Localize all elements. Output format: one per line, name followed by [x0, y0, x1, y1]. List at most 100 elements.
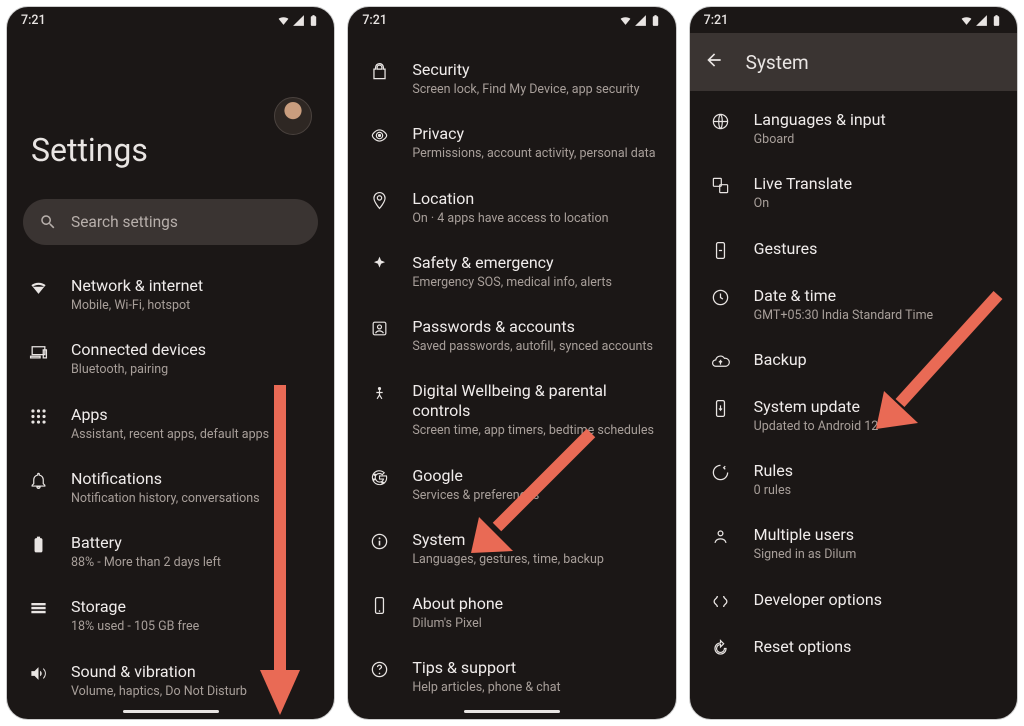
- row-notifications[interactable]: Notifications Notification history, conve…: [7, 456, 334, 520]
- row-title: Notifications: [71, 469, 316, 489]
- row-live-translate[interactable]: Live TranslateOn: [690, 161, 1017, 225]
- row-rules[interactable]: Rules 0 rules: [690, 448, 1017, 512]
- emergency-icon: [370, 255, 389, 274]
- nav-indicator: [464, 710, 560, 713]
- search-placeholder: Search settings: [71, 213, 178, 231]
- wifi-icon: [960, 14, 973, 27]
- row-google[interactable]: Google Services & preferences: [348, 453, 675, 517]
- wifi-icon: [619, 14, 632, 27]
- status-bar: 7:21: [7, 7, 334, 33]
- row-wellbeing[interactable]: Digital Wellbeing & parental controls Scr…: [348, 368, 675, 452]
- wifi-icon: [277, 14, 290, 27]
- clock-icon: [711, 288, 730, 307]
- row-sub: Emergency SOS, medical info, alerts: [412, 275, 657, 291]
- row-sub: Gboard: [754, 132, 999, 148]
- wifi-icon: [29, 278, 48, 297]
- signal-icon: [292, 14, 305, 27]
- row-system-update[interactable]: System update Updated to Android 12: [690, 384, 1017, 448]
- appbar-title: System: [746, 51, 809, 74]
- row-title: Rules: [754, 461, 999, 481]
- row-sub: Screen lock, Find My Device, app securit…: [412, 82, 657, 98]
- phone-screen-settings: 7:21 Settings Search settings Network & …: [6, 6, 335, 720]
- row-storage[interactable]: Storage18% used - 105 GB free: [7, 584, 334, 648]
- users-icon: [711, 527, 730, 546]
- row-location[interactable]: LocationOn · 4 apps have access to locat…: [348, 176, 675, 240]
- search-icon: [39, 213, 57, 231]
- row-sub: Help articles, phone & chat: [412, 680, 657, 696]
- rules-icon: [711, 463, 730, 482]
- volume-icon: [29, 664, 48, 683]
- row-title: Google: [412, 466, 657, 486]
- status-bar: 7:21: [348, 7, 675, 33]
- row-title: Passwords & accounts: [412, 317, 657, 337]
- app-bar: System: [690, 33, 1017, 91]
- help-icon: [370, 660, 389, 679]
- row-sub: Screen time, app timers, bedtime schedul…: [412, 423, 657, 439]
- phone-icon: [370, 596, 389, 615]
- row-sub: 0 rules: [754, 483, 999, 499]
- row-developer-options[interactable]: Developer options: [690, 577, 1017, 624]
- status-time: 7:21: [21, 13, 46, 28]
- row-sub: Bluetooth, pairing: [71, 362, 316, 378]
- row-sub: Assistant, recent apps, default apps: [71, 427, 316, 443]
- row-title: Battery: [71, 533, 316, 553]
- battery-icon: [990, 14, 1003, 27]
- row-title: Digital Wellbeing & parental controls: [412, 381, 657, 421]
- row-about-phone[interactable]: About phone Dilum's Pixel: [348, 581, 675, 645]
- row-title: Date & time: [754, 286, 999, 306]
- row-system[interactable]: SystemLanguages, gestures, time, backup: [348, 517, 675, 581]
- row-date-time[interactable]: Date & time GMT+05:30 India Standard Time: [690, 273, 1017, 337]
- row-title: About phone: [412, 594, 657, 614]
- row-sub: On: [754, 196, 999, 212]
- row-title: Security: [412, 60, 657, 80]
- row-backup[interactable]: Backup: [690, 337, 1017, 384]
- row-sub: GMT+05:30 India Standard Time: [754, 308, 999, 324]
- reset-icon: [711, 639, 730, 658]
- phone-screen-system: 7:21 System Languages & input Gboard Live…: [689, 6, 1018, 720]
- search-settings[interactable]: Search settings: [23, 199, 318, 245]
- storage-icon: [29, 599, 48, 618]
- row-multiple-users[interactable]: Multiple usersSigned in as Dilum: [690, 512, 1017, 576]
- row-sub: 18% used - 105 GB free: [71, 619, 316, 635]
- row-sub: Services & preferences: [412, 488, 657, 504]
- row-title: Sound & vibration: [71, 662, 316, 682]
- row-tips[interactable]: Tips & supportHelp articles, phone & cha…: [348, 645, 675, 709]
- row-display[interactable]: Display: [7, 713, 334, 719]
- update-icon: [711, 399, 730, 418]
- row-sub: Updated to Android 12: [754, 419, 999, 435]
- row-title: Safety & emergency: [412, 253, 657, 273]
- status-time: 7:21: [704, 13, 729, 28]
- row-title: Developer options: [754, 590, 999, 610]
- battery-icon: [649, 14, 662, 27]
- status-bar: 7:21: [690, 7, 1017, 33]
- row-title: System update: [754, 397, 999, 417]
- row-title: Multiple users: [754, 525, 999, 545]
- row-reset-options[interactable]: Reset options: [690, 624, 1017, 671]
- status-icons: [960, 14, 1003, 27]
- row-sub: Notification history, conversations: [71, 491, 316, 507]
- row-title: Languages & input: [754, 110, 999, 130]
- globe-icon: [711, 112, 730, 131]
- row-gestures[interactable]: Gestures: [690, 226, 1017, 273]
- wellbeing-icon: [370, 383, 389, 402]
- row-safety[interactable]: Safety & emergency Emergency SOS, medical…: [348, 240, 675, 304]
- row-passwords[interactable]: Passwords & accountsSaved passwords, aut…: [348, 304, 675, 368]
- row-sound[interactable]: Sound & vibration Volume, haptics, Do Not…: [7, 649, 334, 713]
- row-apps[interactable]: Apps Assistant, recent apps, default apps: [7, 392, 334, 456]
- row-security[interactable]: Security Screen lock, Find My Device, app…: [348, 47, 675, 111]
- back-button[interactable]: [704, 50, 724, 74]
- privacy-icon: [370, 126, 389, 145]
- row-network[interactable]: Network & internetMobile, Wi-Fi, hotspot: [7, 263, 334, 327]
- row-sub: Dilum's Pixel: [412, 616, 657, 632]
- row-sub: Volume, haptics, Do Not Disturb: [71, 684, 316, 700]
- row-connected-devices[interactable]: Connected devicesBluetooth, pairing: [7, 327, 334, 391]
- status-icons: [619, 14, 662, 27]
- arrow-back-icon: [704, 50, 724, 70]
- gestures-icon: [711, 241, 730, 260]
- row-languages[interactable]: Languages & input Gboard: [690, 97, 1017, 161]
- row-sub: Mobile, Wi-Fi, hotspot: [71, 298, 316, 314]
- row-battery[interactable]: Battery88% - More than 2 days left: [7, 520, 334, 584]
- row-privacy[interactable]: PrivacyPermissions, account activity, pe…: [348, 111, 675, 175]
- row-sub: Languages, gestures, time, backup: [412, 552, 657, 568]
- row-title: Apps: [71, 405, 316, 425]
